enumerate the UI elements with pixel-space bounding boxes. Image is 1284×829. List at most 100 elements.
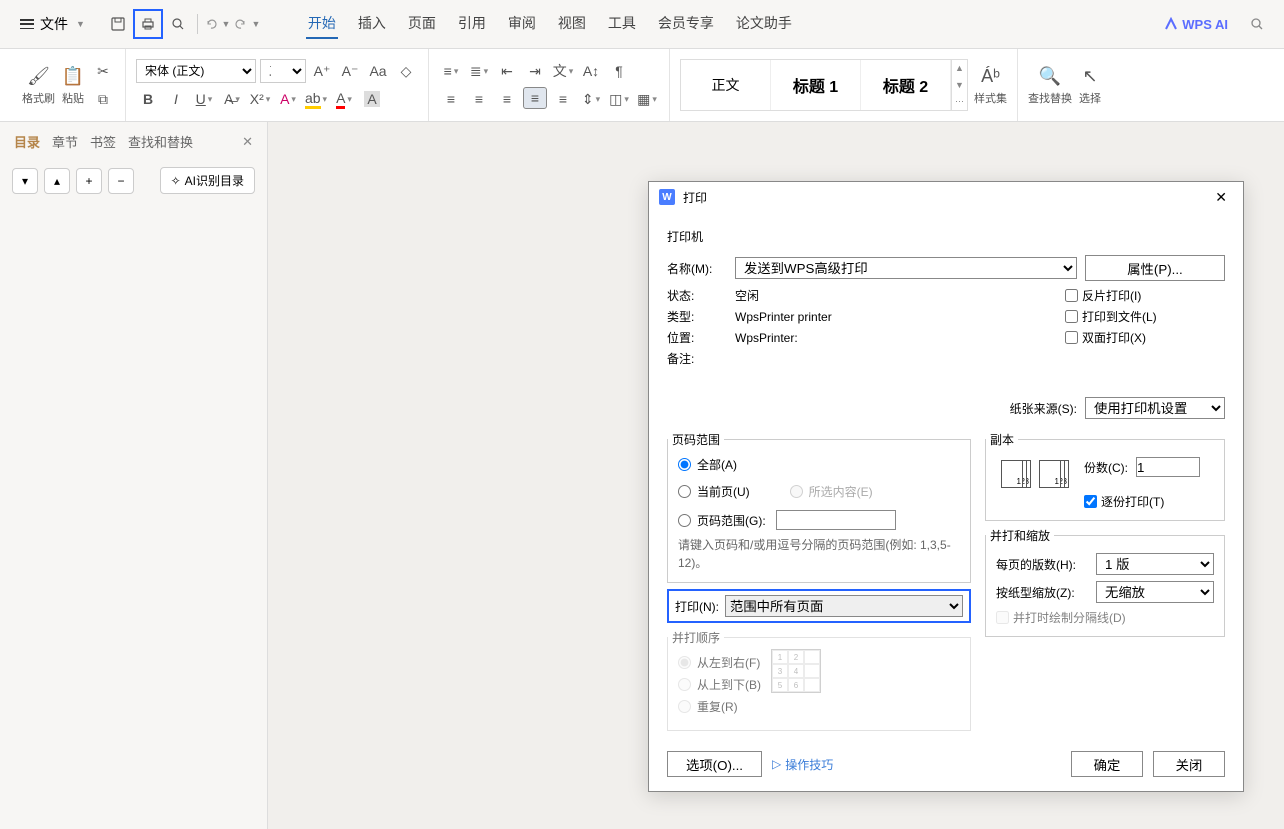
tab-review[interactable]: 审阅 (506, 9, 538, 39)
outdent-button[interactable]: ⇤ (495, 59, 519, 83)
borders-button[interactable]: ▦▾ (635, 87, 659, 111)
ok-button[interactable]: 确定 (1071, 751, 1143, 777)
printer-name-select[interactable]: 发送到WPS高级打印 (735, 257, 1077, 279)
paper-source-label: 纸张来源(S): (1010, 400, 1077, 417)
dialog-close-button[interactable]: ✕ (1209, 187, 1233, 208)
text-direction-button[interactable]: 文▾ (551, 59, 575, 83)
style-normal[interactable]: 正文 (681, 60, 771, 110)
file-menu[interactable]: 文件 ▼ (12, 10, 93, 38)
copies-input[interactable] (1136, 457, 1200, 477)
range-current-radio[interactable]: 当前页(U) (678, 483, 750, 500)
shading-para-button[interactable]: ◫▾ (607, 87, 631, 111)
paper-source-select[interactable]: 使用打印机设置 (1085, 397, 1225, 419)
pages-per-sheet-select[interactable]: 1 版 (1096, 553, 1214, 575)
bullets-button[interactable]: ≡▾ (439, 59, 463, 83)
scale-select[interactable]: 无缩放 (1096, 581, 1214, 603)
ribbon-tabs: 开始 插入 页面 引用 审阅 视图 工具 会员专享 论文助手 (306, 9, 794, 39)
collapse-button[interactable]: ▾ (12, 168, 38, 194)
nav-tab-bookmark[interactable]: 书签 (90, 132, 116, 151)
type-label: 类型: (667, 308, 727, 325)
strike-button[interactable]: A̶▾ (220, 87, 244, 111)
gallery-more-button[interactable]: ⋯ (952, 93, 967, 110)
align-right-button[interactable]: ≡ (495, 87, 519, 111)
align-left-button[interactable]: ≡ (439, 87, 463, 111)
line-spacing-button[interactable]: ⇕▾ (579, 87, 603, 111)
file-label: 文件 (40, 14, 68, 34)
collate-checkbox[interactable]: 逐份打印(T) (1084, 493, 1200, 510)
cursor-icon: ↖ (1078, 64, 1102, 88)
text-effects-button[interactable]: A▾ (276, 87, 300, 111)
tab-start[interactable]: 开始 (306, 9, 338, 39)
print-what-select[interactable]: 范围中所有页面 (725, 595, 963, 617)
save-button[interactable] (103, 9, 133, 39)
grow-font-button[interactable]: A⁺ (310, 59, 334, 83)
location-label: 位置: (667, 329, 727, 346)
nav-tab-find[interactable]: 查找和替换 (128, 132, 193, 151)
select-button[interactable]: ↖选择 (1078, 64, 1102, 106)
shrink-font-button[interactable]: A⁻ (338, 59, 362, 83)
style-h1[interactable]: 标题 1 (771, 60, 861, 110)
gallery-down-button[interactable]: ▼ (952, 77, 967, 94)
cancel-button[interactable]: 关闭 (1153, 751, 1225, 777)
redo-button[interactable]: ▼ (232, 9, 262, 39)
tab-insert[interactable]: 插入 (356, 9, 388, 39)
paste-button[interactable]: 📋粘贴 (61, 64, 85, 106)
to-file-checkbox[interactable]: 打印到文件(L) (1065, 308, 1225, 325)
search-button[interactable] (1242, 9, 1272, 39)
dialog-footer: 选项(O)... ▷操作技巧 确定 关闭 (649, 741, 1243, 791)
align-vertical-button[interactable]: A↕ (579, 59, 603, 83)
find-replace-button[interactable]: 🔍查找替换 (1028, 64, 1072, 106)
tab-tools[interactable]: 工具 (606, 9, 638, 39)
distribute-button[interactable]: ≡ (551, 87, 575, 111)
bold-button[interactable]: B (136, 87, 160, 111)
clear-format-button[interactable]: ◇ (394, 59, 418, 83)
range-all-radio[interactable]: 全部(A) (678, 456, 960, 473)
shading-button[interactable]: A (360, 87, 384, 111)
highlight-button[interactable]: ab▾ (304, 87, 328, 111)
copies-label-section: 副本 (986, 431, 1018, 448)
cut-button[interactable]: ✂ (91, 59, 115, 83)
gallery-up-button[interactable]: ▲ (952, 60, 967, 77)
expand-button[interactable]: ▴ (44, 168, 70, 194)
properties-button[interactable]: 属性(P)... (1085, 255, 1225, 281)
duplex-checkbox[interactable]: 双面打印(X) (1065, 329, 1225, 346)
font-name-select[interactable]: 宋体 (正文) (136, 59, 256, 83)
paragraph-group: ≡▾ ≣▾ ⇤ ⇥ 文▾ A↕ ¶ ≡ ≡ ≡ ≡ ≡ ⇕▾ ◫▾ ▦▾ (429, 49, 670, 121)
print-preview-button[interactable] (163, 9, 193, 39)
align-center-button[interactable]: ≡ (467, 87, 491, 111)
indent-button[interactable]: ⇥ (523, 59, 547, 83)
tab-reference[interactable]: 引用 (456, 9, 488, 39)
nav-tab-chapter[interactable]: 章节 (52, 132, 78, 151)
align-justify-button[interactable]: ≡ (523, 87, 547, 109)
remove-button[interactable]: − (108, 168, 134, 194)
mirror-checkbox[interactable]: 反片打印(I) (1065, 287, 1225, 304)
tab-member[interactable]: 会员专享 (656, 9, 716, 39)
ai-toc-button[interactable]: ✧AI识别目录 (160, 167, 255, 194)
copy-button[interactable]: ⧉ (91, 87, 115, 111)
tab-thesis[interactable]: 论文助手 (734, 9, 794, 39)
change-case-button[interactable]: Aa (366, 59, 390, 83)
font-size-select[interactable]: 五号 (260, 59, 306, 83)
options-button[interactable]: 选项(O)... (667, 751, 762, 777)
format-painter-button[interactable]: 🖌格式刷 (22, 64, 55, 106)
style-set-button[interactable]: Áᵇ样式集 (974, 64, 1007, 106)
print-order-fieldset: 并打顺序 从左到右(F) 从上到下(B) 重复(R) 123456 (667, 637, 971, 731)
print-button[interactable] (133, 9, 163, 39)
page-range-input[interactable] (776, 510, 896, 530)
nav-close-button[interactable]: ✕ (242, 134, 253, 150)
font-color-button[interactable]: A▾ (332, 87, 356, 111)
range-pages-radio[interactable]: 页码范围(G): (678, 510, 960, 530)
nav-tab-toc[interactable]: 目录 (14, 132, 40, 151)
wps-ai-button[interactable]: WPS AI (1164, 17, 1228, 32)
add-button[interactable]: + (76, 168, 102, 194)
numbering-button[interactable]: ≣▾ (467, 59, 491, 83)
tab-page[interactable]: 页面 (406, 9, 438, 39)
show-marks-button[interactable]: ¶ (607, 59, 631, 83)
italic-button[interactable]: I (164, 87, 188, 111)
style-h2[interactable]: 标题 2 (861, 60, 951, 110)
undo-button[interactable]: ▼ (202, 9, 232, 39)
superscript-button[interactable]: X²▾ (248, 87, 272, 111)
underline-button[interactable]: U▾ (192, 87, 216, 111)
tab-view[interactable]: 视图 (556, 9, 588, 39)
tips-link[interactable]: ▷操作技巧 (772, 756, 833, 773)
